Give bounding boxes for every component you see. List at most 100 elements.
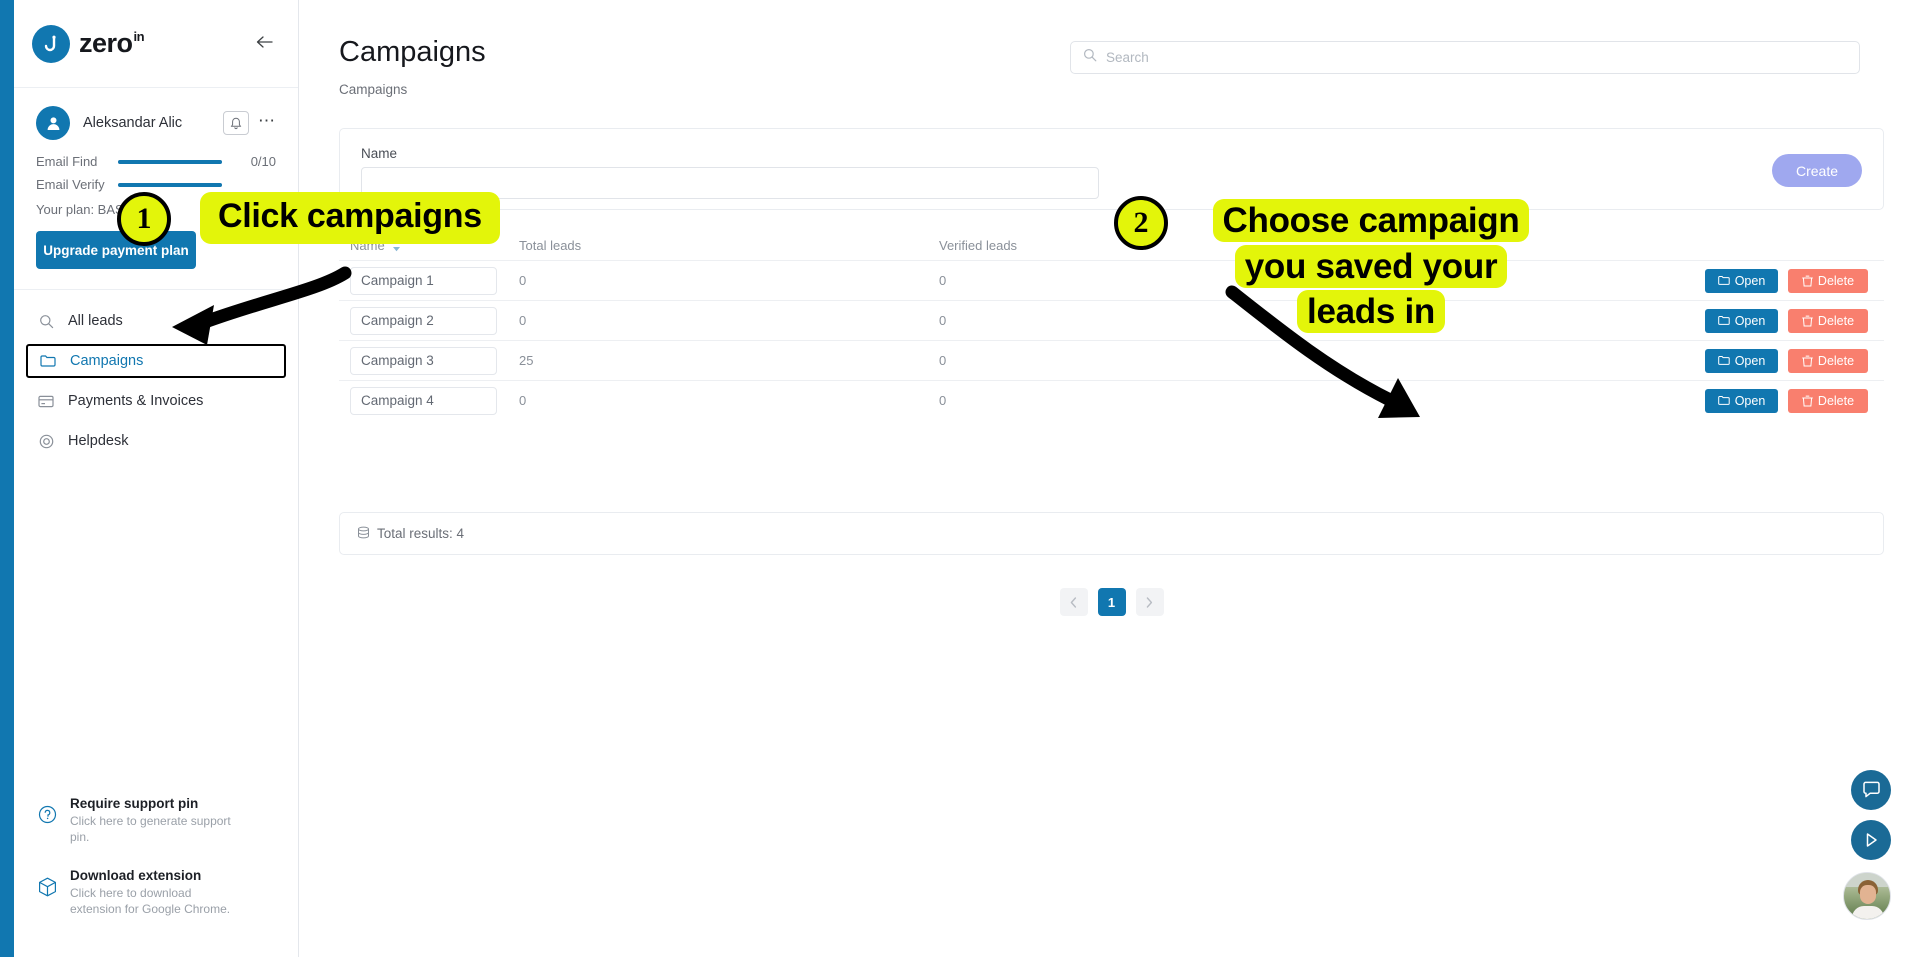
user-icon bbox=[36, 106, 70, 140]
support-pin-title: Require support pin bbox=[70, 796, 199, 812]
column-header-total-leads: Total leads bbox=[519, 237, 582, 253]
column-header-verified-leads: Verified leads bbox=[939, 237, 1018, 253]
campaign-name-input[interactable] bbox=[361, 167, 1099, 199]
sidebar-item-all-leads[interactable]: All leads bbox=[26, 304, 286, 338]
open-button[interactable]: Open bbox=[1705, 268, 1778, 293]
delete-button[interactable]: Delete bbox=[1788, 388, 1868, 413]
quota-label: Email Verify bbox=[36, 177, 105, 192]
trash-icon bbox=[1802, 355, 1813, 366]
bell-icon[interactable] bbox=[223, 111, 249, 135]
pagination-prev[interactable] bbox=[1059, 588, 1088, 616]
open-button-label: Open bbox=[1734, 393, 1766, 408]
column-header-name[interactable]: Name bbox=[339, 238, 519, 253]
brand-row: zeroin bbox=[14, 0, 298, 88]
search-icon bbox=[1083, 48, 1097, 67]
quota-value: 0/10 bbox=[250, 154, 276, 169]
cell-name: Campaign 3 bbox=[339, 346, 519, 375]
row-actions: Open Delete bbox=[1644, 308, 1884, 333]
brand-superscript: in bbox=[133, 29, 145, 44]
delete-button-label: Delete bbox=[1817, 313, 1855, 328]
delete-button[interactable]: Delete bbox=[1788, 348, 1868, 373]
open-button-label: Open bbox=[1734, 353, 1766, 368]
table-row: Campaign 2 0 0 Open Delete bbox=[339, 300, 1884, 340]
quota-progressbar bbox=[118, 182, 222, 187]
sidebar-item-payments-invoices[interactable]: Payments & Invoices bbox=[26, 384, 286, 418]
sidebar-nav: All leads Campaigns Payments & Invoices … bbox=[14, 290, 298, 458]
open-button-label: Open bbox=[1734, 273, 1766, 288]
cell-total-leads: 25 bbox=[519, 353, 534, 368]
campaign-name-field[interactable]: Campaign 4 bbox=[350, 386, 497, 415]
search-input[interactable] bbox=[1106, 50, 1847, 65]
folder-open-icon bbox=[1717, 356, 1730, 365]
user-block: Aleksandar Alic ⋯ Email Find 0/10 Email … bbox=[14, 88, 298, 269]
cell-name: Campaign 1 bbox=[339, 266, 519, 295]
user-name: Aleksandar Alic bbox=[83, 115, 183, 131]
cell-name: Campaign 4 bbox=[339, 386, 519, 415]
campaign-name-field[interactable]: Campaign 3 bbox=[350, 346, 497, 375]
column-header-name-label: Name bbox=[350, 237, 385, 253]
avatar[interactable] bbox=[1843, 872, 1891, 920]
user-row: Aleksandar Alic ⋯ bbox=[36, 106, 276, 140]
lifebuoy-icon bbox=[36, 431, 56, 451]
delete-button-label: Delete bbox=[1817, 393, 1855, 408]
database-icon bbox=[357, 526, 377, 542]
download-extension-item[interactable]: Download extension Click here to downloa… bbox=[36, 868, 277, 917]
folder-open-icon bbox=[1717, 396, 1730, 405]
cell-name: Campaign 2 bbox=[339, 306, 519, 335]
sidebar-footer: Require support pin Click here to genera… bbox=[14, 796, 299, 939]
open-button-label: Open bbox=[1734, 313, 1766, 328]
cell-total-leads: 0 bbox=[519, 393, 527, 408]
sort-updown-icon[interactable] bbox=[392, 239, 401, 252]
trash-icon bbox=[1802, 315, 1813, 326]
quota-label: Email Find bbox=[36, 154, 98, 169]
cell-verified-leads: 0 bbox=[939, 353, 947, 368]
cell-total-leads: 0 bbox=[519, 313, 527, 328]
sidebar-item-label: Helpdesk bbox=[68, 433, 129, 449]
sidebar-item-label: All leads bbox=[68, 313, 123, 329]
support-pin-item[interactable]: Require support pin Click here to genera… bbox=[36, 796, 277, 845]
breadcrumb: Campaigns bbox=[339, 82, 408, 97]
row-actions: Open Delete bbox=[1644, 348, 1884, 373]
page-title: Campaigns bbox=[339, 36, 486, 68]
folder-open-icon bbox=[1717, 276, 1730, 285]
quota-row-email-verify: Email Verify bbox=[36, 177, 276, 192]
upgrade-payment-plan-button[interactable]: Upgrade payment plan bbox=[36, 231, 196, 269]
delete-button[interactable]: Delete bbox=[1788, 268, 1868, 293]
open-button[interactable]: Open bbox=[1705, 348, 1778, 373]
more-dots-icon[interactable]: ⋯ bbox=[258, 112, 276, 135]
question-circle-icon bbox=[36, 805, 58, 824]
cell-verified-leads: 0 bbox=[939, 393, 947, 408]
sidebar-item-label: Campaigns bbox=[70, 353, 144, 369]
brand-word: zero bbox=[79, 28, 133, 58]
search-icon bbox=[36, 311, 56, 331]
pagination-next[interactable] bbox=[1135, 588, 1164, 616]
trash-icon bbox=[1802, 275, 1813, 286]
chat-bubble-icon[interactable] bbox=[1851, 770, 1891, 810]
campaign-name-field[interactable]: Campaign 1 bbox=[350, 266, 497, 295]
open-button[interactable]: Open bbox=[1705, 308, 1778, 333]
zeroin-logo-icon bbox=[32, 24, 70, 63]
sidebar-item-campaigns[interactable]: Campaigns bbox=[26, 344, 286, 378]
campaign-name-field[interactable]: Campaign 2 bbox=[350, 306, 497, 335]
brand-name: zeroin bbox=[79, 28, 145, 59]
box-icon bbox=[36, 877, 58, 897]
search-box[interactable] bbox=[1070, 41, 1860, 74]
table-row: Campaign 1 0 0 Open Delete bbox=[339, 260, 1884, 300]
cell-verified-leads: 0 bbox=[939, 273, 947, 288]
support-pin-subtitle: Click here to generate support pin. bbox=[70, 814, 231, 845]
delete-button[interactable]: Delete bbox=[1788, 308, 1868, 333]
quota-row-email-find: Email Find 0/10 bbox=[36, 154, 276, 169]
quota-progressbar bbox=[118, 159, 222, 164]
sidebar-item-helpdesk[interactable]: Helpdesk bbox=[26, 424, 286, 458]
create-button[interactable]: Create bbox=[1772, 154, 1862, 187]
play-icon[interactable] bbox=[1851, 820, 1891, 860]
download-extension-title: Download extension bbox=[70, 867, 202, 883]
pagination-page-1[interactable]: 1 bbox=[1097, 588, 1126, 616]
sidebar-collapse-icon[interactable] bbox=[255, 34, 274, 53]
campaigns-table: Name Total leads Verified leads Campaign… bbox=[339, 230, 1884, 420]
left-accent-strip bbox=[0, 0, 14, 957]
main-content: Campaigns Campaigns Name Create Name Tot… bbox=[300, 0, 1917, 957]
folder-icon bbox=[38, 351, 58, 371]
table-row: Campaign 3 25 0 Open Delete bbox=[339, 340, 1884, 380]
open-button[interactable]: Open bbox=[1705, 388, 1778, 413]
